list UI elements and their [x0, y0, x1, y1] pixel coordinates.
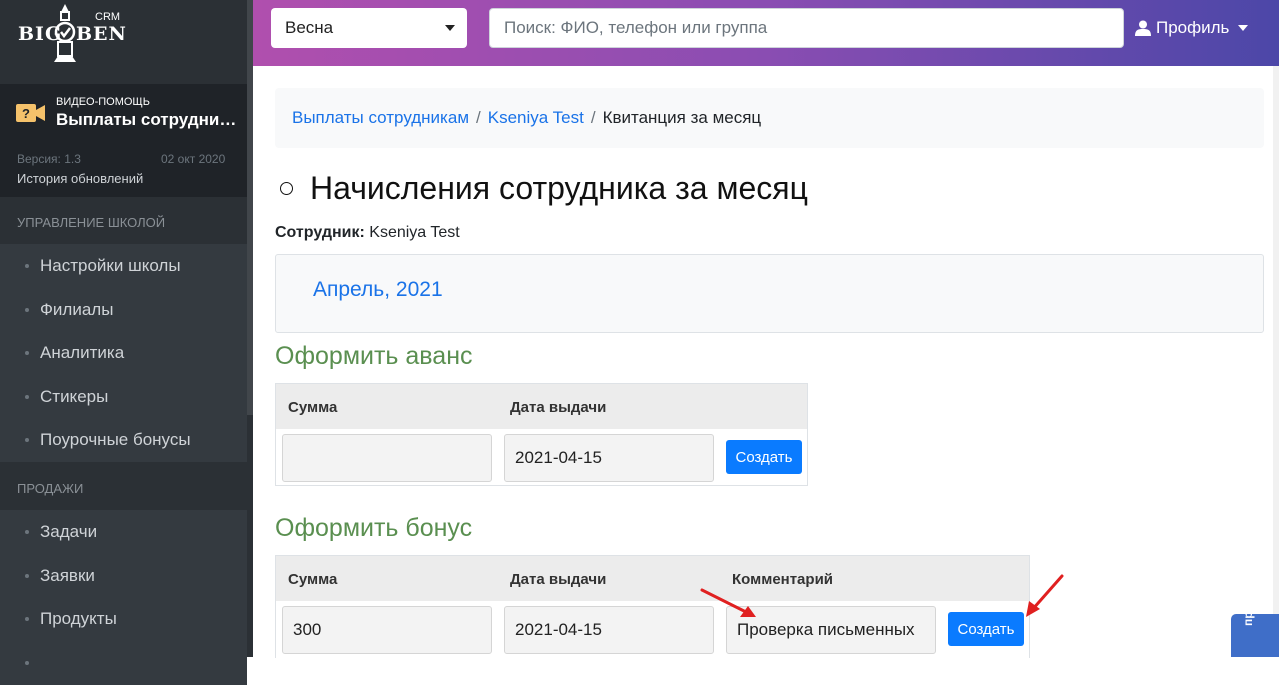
profile-label: Профиль	[1156, 18, 1230, 37]
bullet-icon	[25, 574, 29, 578]
bullet-icon	[25, 308, 29, 312]
breadcrumb-current: Квитанция за месяц	[602, 108, 762, 127]
update-history-link[interactable]: История обновлений	[17, 171, 143, 186]
sidebar-item-tasks[interactable]: Задачи	[0, 510, 247, 554]
circle-icon	[280, 182, 293, 195]
annotation-arrow-icon	[700, 588, 756, 617]
profile-menu[interactable]: Профиль	[1135, 18, 1249, 38]
bonus-col-date: Дата выдачи	[510, 571, 607, 588]
bonus-col-sum: Сумма	[288, 571, 338, 588]
version-label: Версия: 1.3	[17, 152, 81, 166]
sidebar-item-branches[interactable]: Филиалы	[0, 288, 247, 332]
advance-create-button[interactable]: Создать	[726, 440, 802, 474]
sidebar: BIG BEN CRM ? ВИДЕО-ПОМОЩЬ Выплаты сотру…	[0, 0, 253, 685]
logo[interactable]: BIG BEN CRM	[0, 0, 253, 84]
season-select[interactable]: Весна	[271, 8, 467, 48]
help-kicker: ВИДЕО-ПОМОЩЬ	[56, 96, 150, 108]
video-help-icon: ?	[16, 104, 45, 122]
breadcrumb-separator: /	[476, 108, 481, 127]
bonus-date-input[interactable]: 2021-04-15	[504, 606, 714, 654]
advance-sum-input[interactable]	[282, 434, 492, 482]
bullet-icon	[25, 351, 29, 355]
employee-label: Сотрудник:	[275, 224, 365, 241]
advance-col-sum: Сумма	[288, 399, 338, 416]
advance-heading: Оформить аванс	[275, 342, 473, 370]
sidebar-item-analytics[interactable]: Аналитика	[0, 331, 247, 375]
bonus-sum-input[interactable]: 300	[282, 606, 492, 654]
search-input[interactable]	[489, 8, 1124, 48]
caret-down-icon	[445, 25, 455, 31]
month-panel: Апрель, 2021	[275, 254, 1264, 333]
bonus-heading: Оформить бонус	[275, 514, 473, 542]
bonus-create-button[interactable]: Создать	[948, 612, 1024, 646]
brand-big: BIG	[18, 23, 63, 45]
advance-table: Сумма Дата выдачи 2021-04-15 Создать	[275, 383, 808, 486]
sidebar-item-requests[interactable]: Заявки	[0, 554, 247, 598]
employee-name: Kseniya Test	[369, 224, 460, 241]
page-title: Начисления сотрудника за месяц	[280, 170, 808, 207]
user-icon	[1135, 20, 1151, 36]
sidebar-item-lesson-bonuses[interactable]: Поурочные бонусы	[0, 418, 247, 462]
breadcrumb: Выплаты сотрудникам / Kseniya Test / Кви…	[275, 88, 1264, 148]
bonus-table: Сумма Дата выдачи Комментарий 300 2021-0…	[275, 555, 1030, 658]
bullet-icon	[25, 264, 29, 268]
month-link[interactable]: Апрель, 2021	[313, 278, 443, 302]
advance-date-input[interactable]: 2021-04-15	[504, 434, 714, 482]
version-date: 02 окт 2020	[161, 152, 226, 166]
brand-crm: CRM	[95, 11, 121, 23]
bullet-icon	[25, 395, 29, 399]
sidebar-item-next[interactable]	[0, 641, 247, 685]
sidebar-item-school-settings[interactable]: Настройки школы	[0, 244, 247, 288]
breadcrumb-payouts[interactable]: Выплаты сотрудникам	[292, 108, 469, 128]
annotation-arrow-icon	[1026, 574, 1064, 617]
feedback-tab[interactable]: прос	[1231, 614, 1279, 657]
section-title-school: УПРАВЛЕНИЕ ШКОЛОЙ	[17, 215, 166, 230]
breadcrumb-employee[interactable]: Kseniya Test	[488, 108, 584, 128]
bullet-icon	[25, 661, 29, 665]
caret-down-icon	[1238, 25, 1249, 31]
bullet-icon	[25, 438, 29, 442]
bullet-icon	[25, 530, 29, 534]
employee-line: Сотрудник: Kseniya Test	[275, 224, 460, 242]
bullet-icon	[25, 617, 29, 621]
page-scrollbar[interactable]	[1273, 66, 1279, 657]
video-help-panel[interactable]: ? ВИДЕО-ПОМОЩЬ Выплаты сотрудни… Версия:…	[0, 84, 247, 197]
feedback-tab-label: прос	[1241, 614, 1255, 626]
help-title: Выплаты сотрудни…	[56, 110, 237, 129]
advance-col-date: Дата выдачи	[510, 399, 607, 416]
brand-ben: BEN	[76, 23, 127, 45]
topbar: Весна Профиль	[253, 0, 1279, 66]
breadcrumb-separator: /	[590, 108, 596, 127]
bonus-table-header	[276, 556, 1029, 601]
sidebar-item-products[interactable]: Продукты	[0, 597, 247, 641]
season-value: Весна	[285, 18, 334, 37]
section-title-sales: ПРОДАЖИ	[17, 481, 84, 496]
sidebar-item-stickers[interactable]: Стикеры	[0, 375, 247, 419]
svg-text:?: ?	[22, 106, 30, 121]
